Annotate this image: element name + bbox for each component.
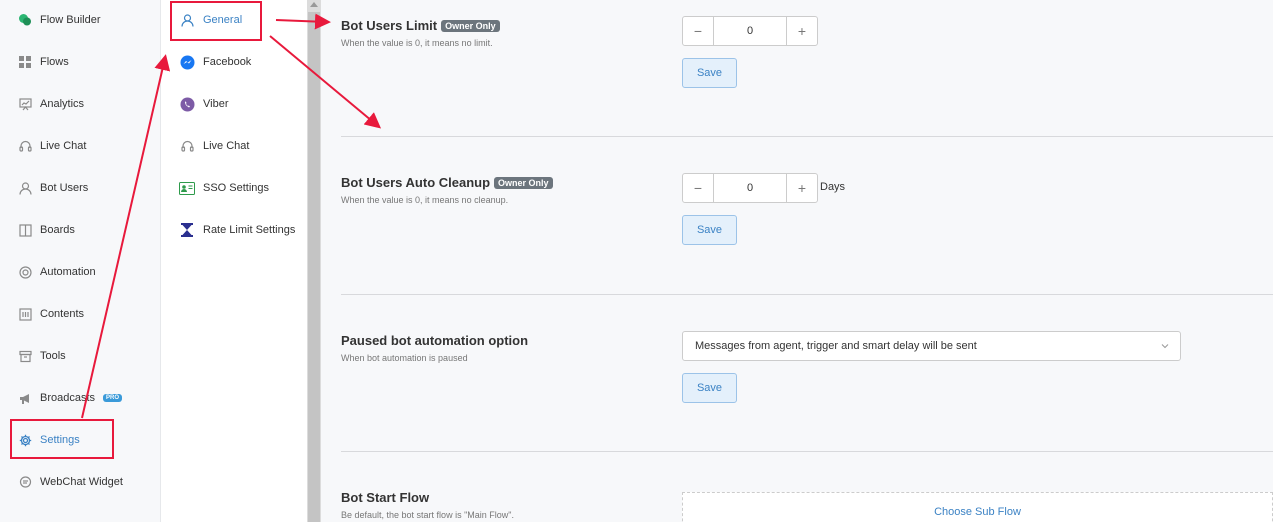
increment-button[interactable]: +: [787, 174, 817, 202]
section-title: Paused bot automation option: [341, 333, 529, 348]
days-unit-label: Days: [820, 181, 846, 193]
sidebar-item-broadcasts[interactable]: Broadcasts PRO: [0, 383, 160, 413]
save-button[interactable]: Save: [682, 58, 737, 88]
save-button[interactable]: Save: [682, 215, 737, 245]
submenu-item-general[interactable]: General: [161, 5, 307, 35]
sidebar-item-tools[interactable]: Tools: [0, 341, 160, 371]
bot-users-limit-stepper: − 0 +: [682, 16, 818, 46]
section-description: When the value is 0, it means no cleanup…: [341, 195, 509, 205]
main-sidebar: Flow Builder Flows Analytics Live Chat B…: [0, 0, 161, 522]
save-button[interactable]: Save: [682, 373, 737, 403]
submenu-item-facebook[interactable]: Facebook: [161, 47, 307, 77]
pro-badge: PRO: [103, 394, 123, 402]
sidebar-item-label: WebChat Widget: [40, 476, 123, 488]
sidebar-item-webchat-widget[interactable]: WebChat Widget: [0, 467, 160, 497]
user-icon: [179, 12, 195, 28]
sidebar-item-label: Contents: [40, 308, 85, 320]
paused-automation-select[interactable]: Messages from agent, trigger and smart d…: [682, 331, 1181, 361]
submenu-item-label: Facebook: [203, 56, 252, 68]
sidebar-item-automation[interactable]: Automation: [0, 257, 160, 287]
submenu-item-rate-limit-settings[interactable]: Rate Limit Settings: [161, 215, 307, 245]
chevron-down-icon: [1160, 341, 1170, 354]
sidebar-item-boards[interactable]: Boards: [0, 215, 160, 245]
sidebar-item-label: Broadcasts: [40, 392, 96, 404]
chat-icon: [18, 475, 32, 489]
owner-only-badge: Owner Only: [494, 176, 553, 189]
sidebar-item-label: Tools: [40, 350, 66, 362]
increment-button[interactable]: +: [787, 17, 817, 45]
divider: [341, 136, 1273, 137]
submenu-item-viber[interactable]: Viber: [161, 89, 307, 119]
sidebar-item-contents[interactable]: Contents: [0, 299, 160, 329]
bot-users-cleanup-stepper: − 0 +: [682, 173, 818, 203]
presentation-icon: [18, 97, 32, 111]
select-value: Messages from agent, trigger and smart d…: [695, 340, 977, 352]
divider: [341, 294, 1273, 295]
sidebar-item-label: Automation: [40, 266, 96, 278]
section-title: Bot Start Flow: [341, 490, 430, 505]
submenu-item-label: Rate Limit Settings: [203, 224, 296, 236]
sidebar-item-label: Analytics: [40, 98, 85, 110]
sidebar-item-live-chat[interactable]: Live Chat: [0, 131, 160, 161]
divider: [341, 451, 1273, 452]
decrement-button[interactable]: −: [683, 174, 713, 202]
chat-bubbles-icon: [18, 13, 32, 27]
choose-sub-flow-button[interactable]: Choose Sub Flow: [682, 492, 1273, 522]
sidebar-item-bot-users[interactable]: Bot Users: [0, 173, 160, 203]
bot-users-cleanup-input[interactable]: 0: [713, 174, 787, 202]
sidebar-item-label: Boards: [40, 224, 75, 236]
section-description: When bot automation is paused: [341, 353, 468, 363]
hourglass-icon: [179, 222, 195, 238]
submenu-item-label: Viber: [203, 98, 229, 110]
sidebar-item-label: Flow Builder: [40, 14, 101, 26]
contents-icon: [18, 307, 32, 321]
scrollbar[interactable]: [307, 0, 321, 522]
sidebar-item-label: Bot Users: [40, 182, 89, 194]
id-card-icon: [179, 180, 195, 196]
sidebar-item-label: Live Chat: [40, 140, 87, 152]
settings-content: Bot Users Limit Owner Only When the valu…: [321, 0, 1273, 522]
section-title: Bot Users Auto Cleanup Owner Only: [341, 175, 553, 190]
sidebar-item-settings[interactable]: Settings: [0, 425, 160, 455]
owner-only-badge: Owner Only: [441, 19, 500, 32]
submenu-item-live-chat[interactable]: Live Chat: [161, 131, 307, 161]
sidebar-item-label: Flows: [40, 56, 69, 68]
section-description: Be default, the bot start flow is "Main …: [341, 510, 514, 520]
messenger-icon: [179, 54, 195, 70]
archive-icon: [18, 349, 32, 363]
scroll-up-arrow-icon[interactable]: [310, 2, 318, 7]
viber-icon: [179, 96, 195, 112]
board-icon: [18, 223, 32, 237]
section-title: Bot Users Limit Owner Only: [341, 18, 500, 33]
sidebar-item-flows[interactable]: Flows: [0, 47, 160, 77]
gear-icon: [18, 433, 32, 447]
scrollbar-thumb[interactable]: [308, 12, 320, 522]
bot-users-limit-input[interactable]: 0: [713, 17, 787, 45]
headset-icon: [179, 138, 195, 154]
user-icon: [18, 181, 32, 195]
submenu-item-label: SSO Settings: [203, 182, 270, 194]
submenu-item-label: Live Chat: [203, 140, 250, 152]
submenu-item-label: General: [203, 14, 243, 26]
submenu-item-sso-settings[interactable]: SSO Settings: [161, 173, 307, 203]
sidebar-item-flow-builder[interactable]: Flow Builder: [0, 5, 160, 35]
sidebar-item-analytics[interactable]: Analytics: [0, 89, 160, 119]
headset-icon: [18, 139, 32, 153]
sidebar-item-label: Settings: [40, 434, 80, 446]
megaphone-icon: [18, 391, 32, 405]
grid-icon: [18, 55, 32, 69]
settings-submenu: General Facebook Viber Live Chat SSO Set…: [161, 0, 307, 522]
section-description: When the value is 0, it means no limit.: [341, 38, 493, 48]
decrement-button[interactable]: −: [683, 17, 713, 45]
automation-icon: [18, 265, 32, 279]
